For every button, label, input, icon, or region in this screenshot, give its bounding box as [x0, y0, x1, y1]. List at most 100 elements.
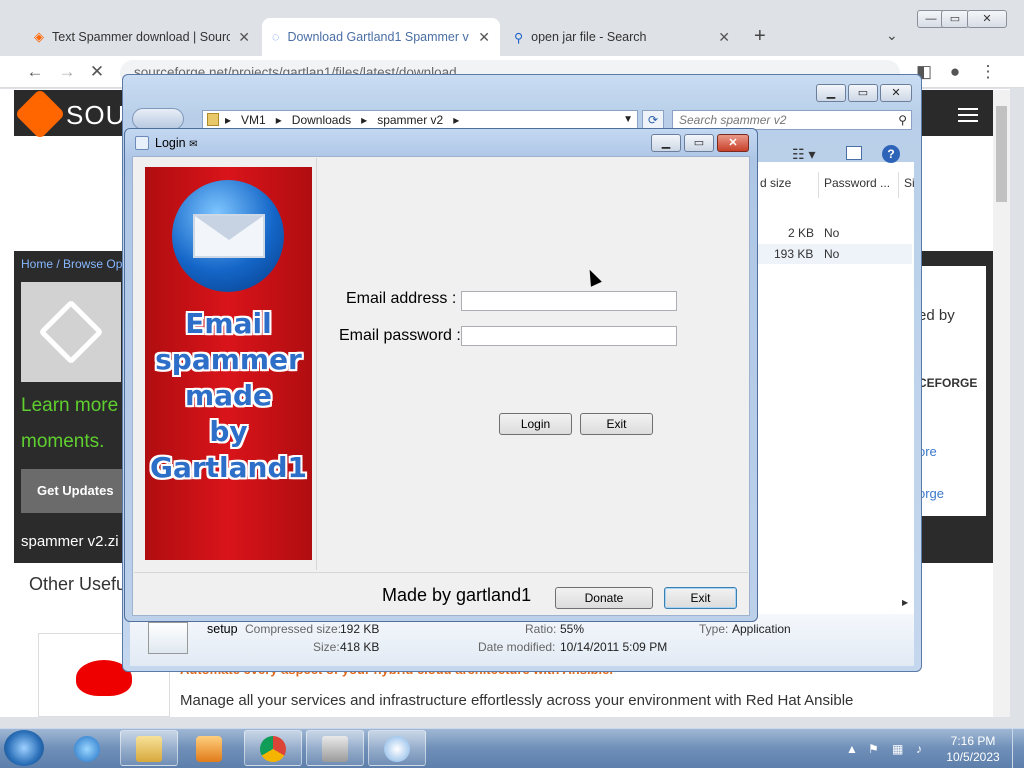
get-updates-button[interactable]: Get Updates	[21, 469, 125, 513]
scrollbar-thumb[interactable]	[996, 106, 1007, 202]
banner-text: Email spammer made by Gartland1	[145, 306, 312, 486]
folder-icon	[207, 113, 219, 126]
taskbar-clock[interactable]: 7:16 PM 10/5/2023	[938, 733, 1008, 765]
show-hidden-icons[interactable]: ▲	[846, 742, 858, 756]
refresh-icon[interactable]: ⟳	[642, 110, 664, 130]
column-header-size2[interactable]: Si	[904, 176, 915, 190]
explorer-minimize-button[interactable]: ▁	[816, 84, 846, 102]
loading-spinner-icon: ◌	[272, 30, 280, 44]
scroll-right-arrow-icon[interactable]: ▶	[902, 598, 908, 607]
path-separator: ▸	[225, 113, 238, 127]
new-tab-button[interactable]: +	[754, 25, 766, 48]
action-center-icon[interactable]: ⚑	[868, 742, 879, 756]
type-label: Type:	[699, 622, 729, 636]
path-separator: ▸	[269, 113, 289, 127]
path-segment[interactable]: spammer v2	[377, 113, 443, 127]
email-password-label: Email password :	[339, 327, 461, 344]
explorer-address-bar[interactable]: ▸ VM1 ▸ Downloads ▸ spammer v2 ▸ ▼	[202, 110, 638, 130]
type-value: Application	[732, 622, 791, 636]
exit-button[interactable]: Exit	[580, 413, 653, 435]
browser-maximize-button[interactable]: ▭	[941, 10, 969, 28]
compressed-size-value: 192 KB	[340, 622, 380, 636]
exit-button-bottom[interactable]: Exit	[664, 587, 737, 609]
stop-loading-icon[interactable]: ✕	[86, 61, 108, 83]
banner-line: made	[184, 379, 273, 412]
section-heading: Other Usefu	[29, 574, 127, 594]
app-icon	[135, 136, 149, 150]
email-address-input[interactable]	[461, 291, 677, 311]
tab-download-gartland[interactable]: ◌ Download Gartland1 Spammer v ✕	[262, 18, 500, 56]
menu-icon[interactable]	[958, 108, 978, 122]
tab-title: open jar file - Search	[531, 30, 647, 44]
back-icon[interactable]: ←	[24, 61, 46, 83]
profile-avatar-icon[interactable]: ●	[944, 61, 966, 83]
start-button[interactable]	[4, 730, 44, 766]
email-password-input[interactable]	[461, 326, 677, 346]
ad-description: Manage all your services and infrastruct…	[180, 692, 854, 709]
help-icon[interactable]: ?	[882, 145, 900, 163]
details-file-name: setup	[207, 622, 238, 636]
tab-title: Download Gartland1 Spammer v	[287, 30, 469, 44]
banner-line: spammer	[155, 343, 302, 376]
dialog-minimize-button[interactable]: ▁	[651, 134, 681, 152]
column-header-password[interactable]: Password ...	[824, 176, 890, 190]
taskbar-login-app[interactable]	[368, 730, 426, 766]
taskbar-media-player[interactable]	[180, 730, 238, 766]
date-modified-value: 10/14/2011 5:09 PM	[560, 640, 668, 654]
search-icon[interactable]: ⚲	[898, 111, 907, 129]
ratio-value: 55%	[560, 622, 585, 636]
dialog-title: Login ✉	[155, 136, 197, 150]
clock-time: 7:16 PM	[950, 734, 996, 748]
mail-icon: ✉	[189, 139, 198, 150]
explorer-maximize-button[interactable]: ▭	[848, 84, 878, 102]
file-password-cell[interactable]: No	[824, 226, 839, 240]
date-modified-label: Date modified:	[478, 640, 556, 654]
preview-pane-icon[interactable]	[846, 146, 862, 160]
taskbar-winrar[interactable]	[306, 730, 364, 766]
show-desktop-button[interactable]	[1012, 729, 1024, 768]
breadcrumb[interactable]: Home / Browse Ope	[21, 257, 129, 271]
file-password-cell[interactable]: No	[824, 247, 839, 261]
login-button[interactable]: Login	[499, 413, 572, 435]
banner-line: by	[209, 415, 248, 448]
path-segment[interactable]: Downloads	[292, 113, 351, 127]
column-divider	[898, 172, 899, 198]
tab-text-spammer[interactable]: ◈ Text Spammer download | Sourc ✕	[24, 18, 260, 56]
close-tab-icon[interactable]: ✕	[478, 29, 490, 46]
donate-button[interactable]: Donate	[555, 587, 653, 609]
taskbar-explorer[interactable]	[120, 730, 178, 766]
sponsor-brand: CEFORGE	[918, 376, 978, 390]
chrome-icon	[260, 736, 286, 762]
dropdown-arrow-icon[interactable]: ▼	[623, 111, 633, 129]
forward-icon[interactable]: →	[56, 61, 78, 83]
dialog-close-button[interactable]: ✕	[717, 134, 749, 152]
search-placeholder: Search spammer v2	[679, 113, 787, 127]
sponsored-label: ed by	[918, 307, 955, 324]
view-options-icon[interactable]: ☷ ▾	[792, 146, 815, 163]
taskbar-chrome[interactable]	[244, 730, 302, 766]
column-header-size[interactable]: d size	[760, 176, 791, 190]
dialog-title-text: Login	[155, 136, 186, 150]
banner-line: Gartland1	[149, 451, 308, 484]
browser-close-button[interactable]: ✕	[967, 10, 1007, 28]
path-segment[interactable]: VM1	[241, 113, 266, 127]
search-favicon-icon: ⚲	[514, 30, 524, 45]
network-icon[interactable]: ▦	[892, 742, 903, 756]
mail-icon	[384, 736, 410, 762]
taskbar-ie[interactable]	[58, 730, 116, 766]
file-size-cell[interactable]: 193 KB	[774, 247, 813, 261]
tab-open-jar-search[interactable]: ⚲ open jar file - Search ✕	[504, 18, 740, 56]
explorer-search-input[interactable]: Search spammer v2 ⚲	[672, 110, 912, 130]
browser-menu-icon[interactable]: ⋮	[977, 61, 999, 83]
volume-icon[interactable]: ♪	[916, 742, 922, 756]
back-forward-buttons[interactable]	[132, 108, 184, 130]
download-filename: spammer v2.zi	[21, 533, 119, 550]
column-divider	[818, 172, 819, 198]
close-tab-icon[interactable]: ✕	[238, 29, 250, 46]
file-size-cell[interactable]: 2 KB	[788, 226, 814, 240]
promo-text: Learn more moments.	[21, 388, 118, 460]
dialog-maximize-button[interactable]: ▭	[684, 134, 714, 152]
explorer-close-button[interactable]: ✕	[880, 84, 912, 102]
tab-search-chevron-icon[interactable]: ⌄	[886, 27, 898, 44]
close-tab-icon[interactable]: ✕	[718, 29, 730, 46]
